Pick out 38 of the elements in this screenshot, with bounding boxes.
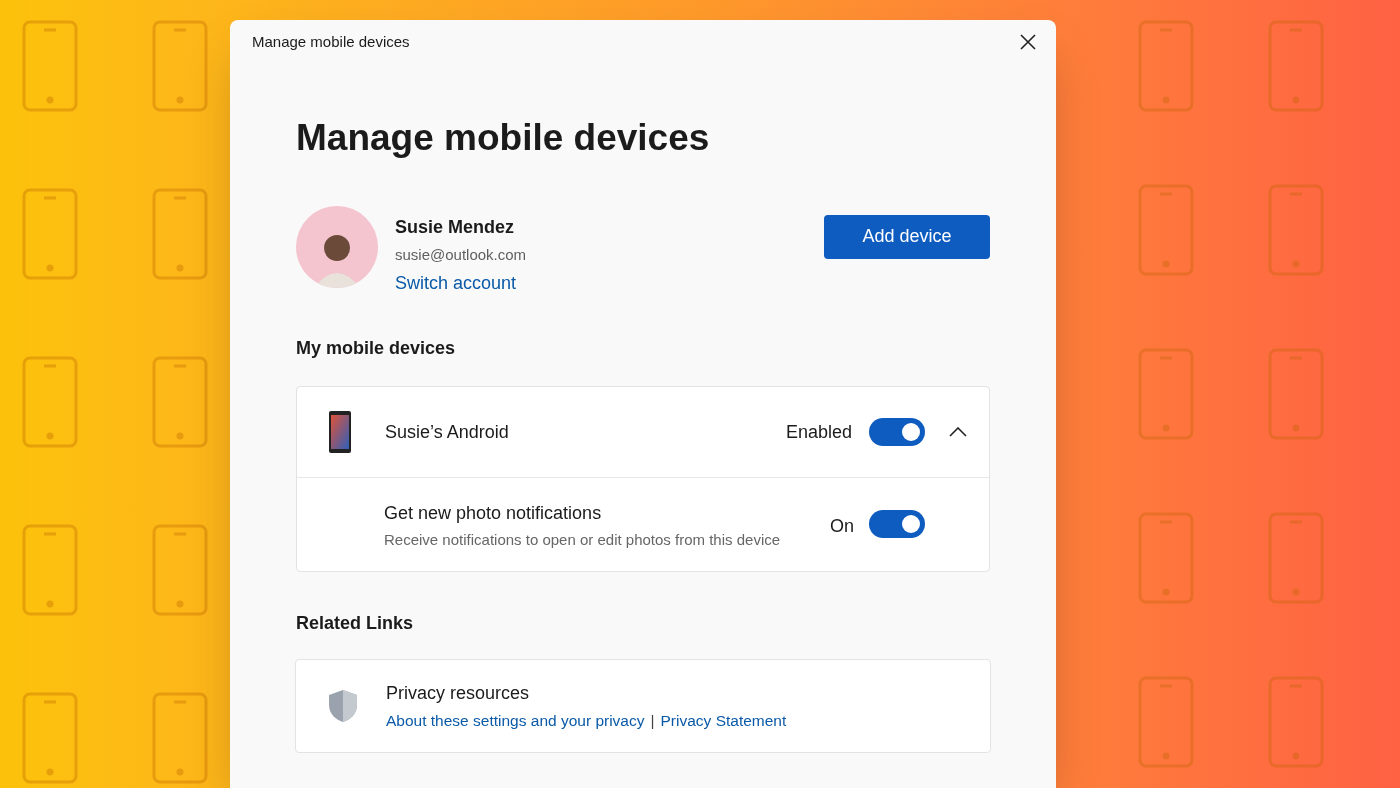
phone-outline-icon [152,524,208,616]
privacy-link[interactable]: Privacy Statement [660,708,787,733]
phone-outline-icon [1268,676,1324,768]
phone-outline-icon [1268,184,1324,276]
chevron-up-icon[interactable] [949,427,967,437]
page-heading: Manage mobile devices [296,116,711,160]
setting-status: On [830,515,854,538]
phone-outline-icon [22,692,78,784]
phone-outline-icon [152,188,208,280]
link-separator: | [650,710,655,731]
device-name: Susie’s Android [385,420,510,444]
close-icon[interactable] [1020,34,1036,50]
phone-icon [329,411,351,453]
section-heading: My mobile devices [296,337,457,360]
window-title: Manage mobile devices [252,31,410,52]
account-name: Susie Mendez [395,215,516,239]
account-email: susie@outlook.com [395,244,527,265]
toggle-switch[interactable] [869,510,925,538]
phone-outline-icon [152,692,208,784]
phone-outline-icon [1268,20,1324,112]
switch-account-link[interactable]: Switch account [395,270,527,297]
shield-icon [327,689,359,723]
section-heading: Related Links [296,612,415,635]
phone-outline-icon [22,524,78,616]
setting-description: Receive notifications to open or edit photos from this device [384,530,782,550]
phone-outline-icon [22,356,78,448]
phone-outline-icon [22,188,78,280]
toggle-switch[interactable] [869,418,925,446]
related-link-title: Privacy resources [386,681,531,705]
phone-outline-icon [152,20,208,112]
phone-outline-icon [1268,512,1324,604]
setting-title: Get new photo notifications [384,502,603,525]
phone-outline-icon [152,356,208,448]
phone-outline-icon [1268,348,1324,440]
privacy-link[interactable]: About these settings and your privacy [386,708,645,733]
phone-outline-icon [22,20,78,112]
add-device-button[interactable]: Add device [824,214,990,259]
device-status: Enabled [785,420,852,444]
